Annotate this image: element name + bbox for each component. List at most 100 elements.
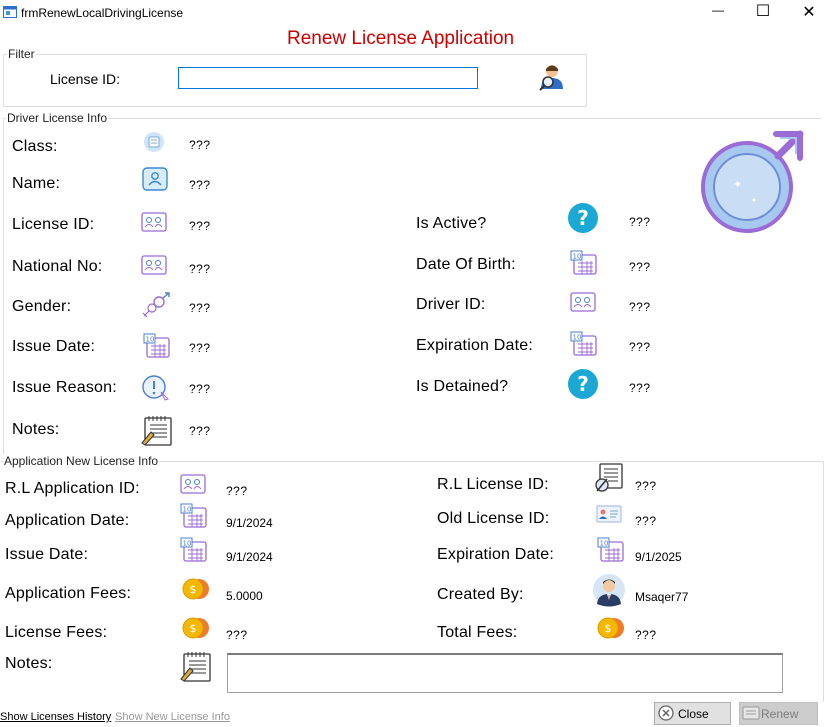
gender-label: Gender: [12,298,72,315]
svg-text:10: 10 [146,336,155,344]
name-value: ??? [189,178,211,192]
svg-text:$: $ [190,622,197,635]
close-button[interactable]: Close [654,702,731,725]
total-fees-label: Total Fees: [437,624,518,641]
renew-button-label: Renew [761,707,799,721]
expiration-date-value: ??? [629,340,651,354]
svg-text:10: 10 [183,506,192,514]
window-titlebar: frmRenewLocalDrivingLicense — ☐ ✕ [0,0,824,26]
svg-text:$: $ [605,622,612,635]
gender-value: ??? [189,301,211,315]
svg-text:✦: ✦ [733,178,742,191]
application-fees-value: 5.0000 [226,589,263,603]
filter-caption: Filter [7,47,36,61]
old-license-id-icon [596,505,622,523]
svg-text:10: 10 [600,540,609,548]
app-notes-icon [180,652,211,682]
created-by-label: Created By: [437,586,524,603]
expiration-date-calendar-icon: 10 [570,331,597,356]
date-of-birth-label: Date Of Birth: [416,256,516,273]
app-issue-date-calendar-icon: 10 [180,537,207,562]
app-expiration-date-value: 9/1/2025 [635,550,682,564]
date-of-birth-value: ??? [629,260,651,274]
created-by-value: Msaqer77 [635,590,689,604]
date-of-birth-calendar-icon: 10 [570,250,597,275]
issue-reason-label: Issue Reason: [12,379,117,396]
license-id-value: ??? [189,219,211,233]
form-title: Renew License Application [287,28,515,49]
is-active-value: ??? [629,215,651,229]
driver-id-label: Driver ID: [416,296,486,313]
app-issue-date-value: 9/1/2024 [226,550,273,564]
application-fees-label: Application Fees: [5,585,132,602]
issue-date-label: Issue Date: [12,338,96,355]
application-info-caption: Application New License Info [3,454,160,468]
application-fees-coin-icon: $ [182,578,209,600]
national-no-label: National No: [12,258,103,275]
svg-text:$: $ [190,583,197,596]
class-label: Class: [12,138,58,155]
total-fees-coin-icon: $ [597,617,624,639]
svg-text:10: 10 [573,253,582,261]
national-no-value: ??? [189,262,211,276]
rl-application-id-label: R.L Application ID: [5,480,140,497]
driver-id-icon [570,292,596,312]
close-button-label: Close [678,707,709,721]
issue-reason-value: ??? [189,382,211,396]
old-license-id-label: Old License ID: [437,510,550,527]
close-window-button[interactable]: ✕ [789,2,824,22]
driver-id-value: ??? [629,300,651,314]
maximize-button[interactable]: ☐ [743,1,783,21]
minimize-button[interactable]: — [698,3,738,17]
name-label: Name: [12,175,61,192]
svg-text:?: ? [577,372,589,396]
license-id-filter-label: License ID: [50,71,121,87]
old-license-id-value: ??? [635,514,657,528]
driver-info-caption: Driver License Info [6,111,109,125]
issue-date-calendar-icon: 10 [143,333,170,358]
license-fees-label: License Fees: [5,624,108,641]
is-active-label: Is Active? [416,215,487,232]
renew-button[interactable]: Renew [739,702,818,725]
app-icon [3,6,17,18]
show-licenses-history-link[interactable]: Show Licenses History [0,711,111,723]
app-expiration-date-calendar-icon: 10 [597,537,624,562]
find-license-icon[interactable] [537,63,567,91]
svg-text:?: ? [577,206,589,230]
is-detained-value: ??? [629,381,651,395]
total-fees-value: ??? [635,628,657,642]
male-gender-symbol-icon: ✦ [701,130,804,233]
renew-icon [742,706,760,720]
close-circle-icon [658,705,674,721]
window-title: frmRenewLocalDrivingLicense [21,6,184,20]
issue-date-value: ??? [189,341,211,355]
svg-text:10: 10 [183,540,192,548]
app-expiration-date-label: Expiration Date: [437,546,555,563]
application-date-calendar-icon: 10 [180,503,207,528]
rl-license-id-icon [595,463,623,492]
license-id-label: License ID: [12,216,95,233]
issue-reason-icon [142,375,169,401]
license-id-search-input[interactable] [177,66,479,90]
is-detained-label: Is Detained? [416,378,509,395]
notes-icon [141,416,172,446]
created-by-avatar-icon [593,574,625,607]
application-date-value: 9/1/2024 [226,516,273,530]
app-notes-label: Notes: [5,655,53,672]
notes-textarea[interactable] [227,653,783,693]
expiration-date-label: Expiration Date: [416,337,534,354]
show-new-license-info-link[interactable]: Show New License Info [115,711,230,723]
notes-value: ??? [189,424,211,438]
license-id-icon [141,212,167,232]
notes-label: Notes: [12,421,60,438]
class-icon [144,132,164,152]
gender-icon [142,292,170,318]
name-card-icon [142,167,168,191]
app-issue-date-label: Issue Date: [5,546,89,563]
svg-text:10: 10 [573,334,582,342]
license-fees-coin-icon: $ [182,617,209,639]
application-date-label: Application Date: [5,512,130,529]
rl-application-id-value: ??? [226,484,248,498]
is-detained-help-icon: ? [568,369,598,399]
rl-application-id-icon [180,474,206,494]
